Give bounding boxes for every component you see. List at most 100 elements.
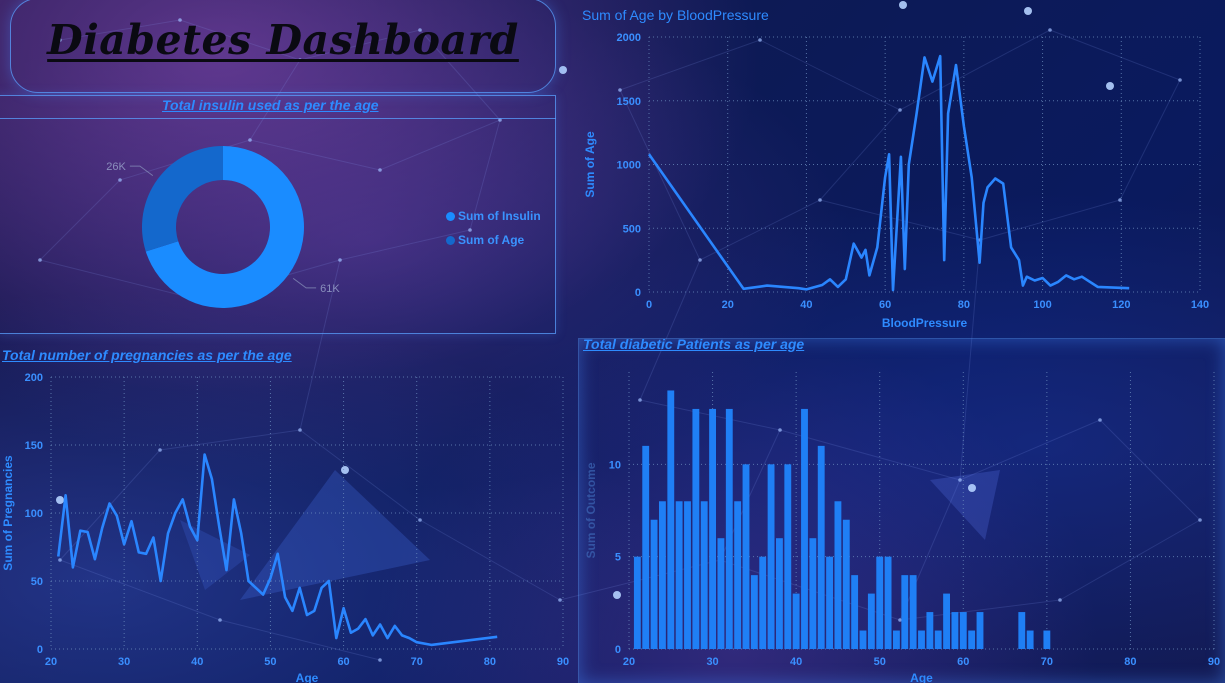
pregnancies-line-chart[interactable]: 0 50 100 150 200 20 30 40 50 60 70 80 90 Age Sum of Pr… <box>0 366 578 683</box>
bar[interactable] <box>817 445 825 649</box>
data-point[interactable] <box>304 612 310 618</box>
data-point[interactable] <box>902 266 908 272</box>
data-point[interactable] <box>363 616 369 622</box>
data-point[interactable] <box>1020 283 1026 289</box>
bar[interactable] <box>776 538 783 649</box>
bar[interactable] <box>642 445 650 649</box>
bar[interactable] <box>968 630 976 649</box>
data-point[interactable] <box>150 534 156 540</box>
data-point[interactable] <box>764 283 770 289</box>
data-point[interactable] <box>796 285 802 291</box>
data-point[interactable] <box>180 496 186 502</box>
bar[interactable] <box>734 501 742 649</box>
data-point[interactable] <box>187 524 193 530</box>
data-point[interactable] <box>143 551 149 557</box>
data-point[interactable] <box>1000 181 1006 187</box>
data-point[interactable] <box>107 500 113 506</box>
bar[interactable] <box>884 556 892 649</box>
data-point[interactable] <box>1071 276 1077 282</box>
bar[interactable] <box>692 408 700 649</box>
data-point[interactable] <box>494 634 500 640</box>
data-point[interactable] <box>326 578 332 584</box>
data-point[interactable] <box>906 162 912 168</box>
data-point[interactable] <box>945 111 951 117</box>
data-point[interactable] <box>63 492 69 498</box>
data-point[interactable] <box>819 282 825 288</box>
data-point[interactable] <box>399 632 405 638</box>
data-point[interactable] <box>890 287 896 293</box>
bar[interactable] <box>659 501 666 649</box>
bar[interactable] <box>700 501 708 649</box>
bar[interactable] <box>909 575 917 649</box>
bar[interactable] <box>842 519 850 649</box>
bar[interactable] <box>876 556 884 649</box>
data-point[interactable] <box>961 123 967 129</box>
bar[interactable] <box>851 575 859 649</box>
donut-chart[interactable]: 61K 26K <box>0 120 556 334</box>
data-point[interactable] <box>1126 285 1132 291</box>
data-point[interactable] <box>953 62 959 68</box>
bar[interactable] <box>725 408 733 649</box>
donut-slice[interactable] <box>141 146 223 252</box>
data-point[interactable] <box>99 525 105 531</box>
data-point[interactable] <box>245 578 251 584</box>
bar[interactable] <box>742 464 750 649</box>
data-point[interactable] <box>311 608 317 614</box>
bp-line-chart[interactable]: 0 500 1000 1500 2000 0 20 40 60 80 100 120 140 BloodP… <box>578 26 1225 336</box>
data-point[interactable] <box>929 79 935 85</box>
data-point[interactable] <box>1055 279 1061 285</box>
data-point[interactable] <box>646 151 652 157</box>
bar[interactable] <box>918 630 925 649</box>
data-point[interactable] <box>1095 284 1101 290</box>
data-point[interactable] <box>898 154 904 160</box>
data-point[interactable] <box>843 276 849 282</box>
data-point[interactable] <box>740 286 746 292</box>
bar[interactable] <box>709 408 716 649</box>
data-point[interactable] <box>984 184 990 190</box>
data-point[interactable] <box>348 630 354 636</box>
data-point[interactable] <box>981 200 987 206</box>
data-point[interactable] <box>937 53 943 59</box>
bar[interactable] <box>834 501 842 649</box>
data-point[interactable] <box>92 556 98 562</box>
data-point[interactable] <box>851 241 857 247</box>
bar[interactable] <box>959 612 967 649</box>
data-point[interactable] <box>297 585 303 591</box>
data-point[interactable] <box>406 635 412 641</box>
bar[interactable] <box>976 612 984 649</box>
bar[interactable] <box>901 575 909 649</box>
bar[interactable] <box>934 630 942 649</box>
bar[interactable] <box>893 630 900 649</box>
data-point[interactable] <box>216 524 222 530</box>
data-point[interactable] <box>158 578 164 584</box>
data-point[interactable] <box>377 622 383 628</box>
data-point[interactable] <box>341 605 347 611</box>
data-point[interactable] <box>1008 244 1014 250</box>
data-point[interactable] <box>253 585 259 591</box>
data-point[interactable] <box>114 513 120 519</box>
bar[interactable] <box>951 612 959 649</box>
bar[interactable] <box>767 464 775 649</box>
legend-item-age[interactable]: Sum of Age <box>446 233 524 247</box>
legend-item-insulin[interactable]: Sum of Insulin <box>446 209 541 223</box>
data-point[interactable] <box>977 260 983 266</box>
data-point[interactable] <box>862 247 868 253</box>
data-point[interactable] <box>914 111 920 117</box>
bar[interactable] <box>867 593 875 649</box>
data-point[interactable] <box>922 54 928 60</box>
data-point[interactable] <box>835 284 841 290</box>
bar[interactable] <box>1018 612 1026 649</box>
bar[interactable] <box>926 612 934 649</box>
data-point[interactable] <box>136 549 142 555</box>
data-point[interactable] <box>165 530 171 536</box>
data-point[interactable] <box>260 592 266 598</box>
data-point[interactable] <box>231 496 237 502</box>
bar[interactable] <box>943 593 950 649</box>
bar[interactable] <box>750 575 758 649</box>
bar[interactable] <box>826 556 833 649</box>
data-point[interactable] <box>355 626 361 632</box>
data-point[interactable] <box>1040 275 1046 281</box>
data-point[interactable] <box>1016 257 1022 263</box>
data-point[interactable] <box>77 528 83 534</box>
bar[interactable] <box>717 538 725 649</box>
